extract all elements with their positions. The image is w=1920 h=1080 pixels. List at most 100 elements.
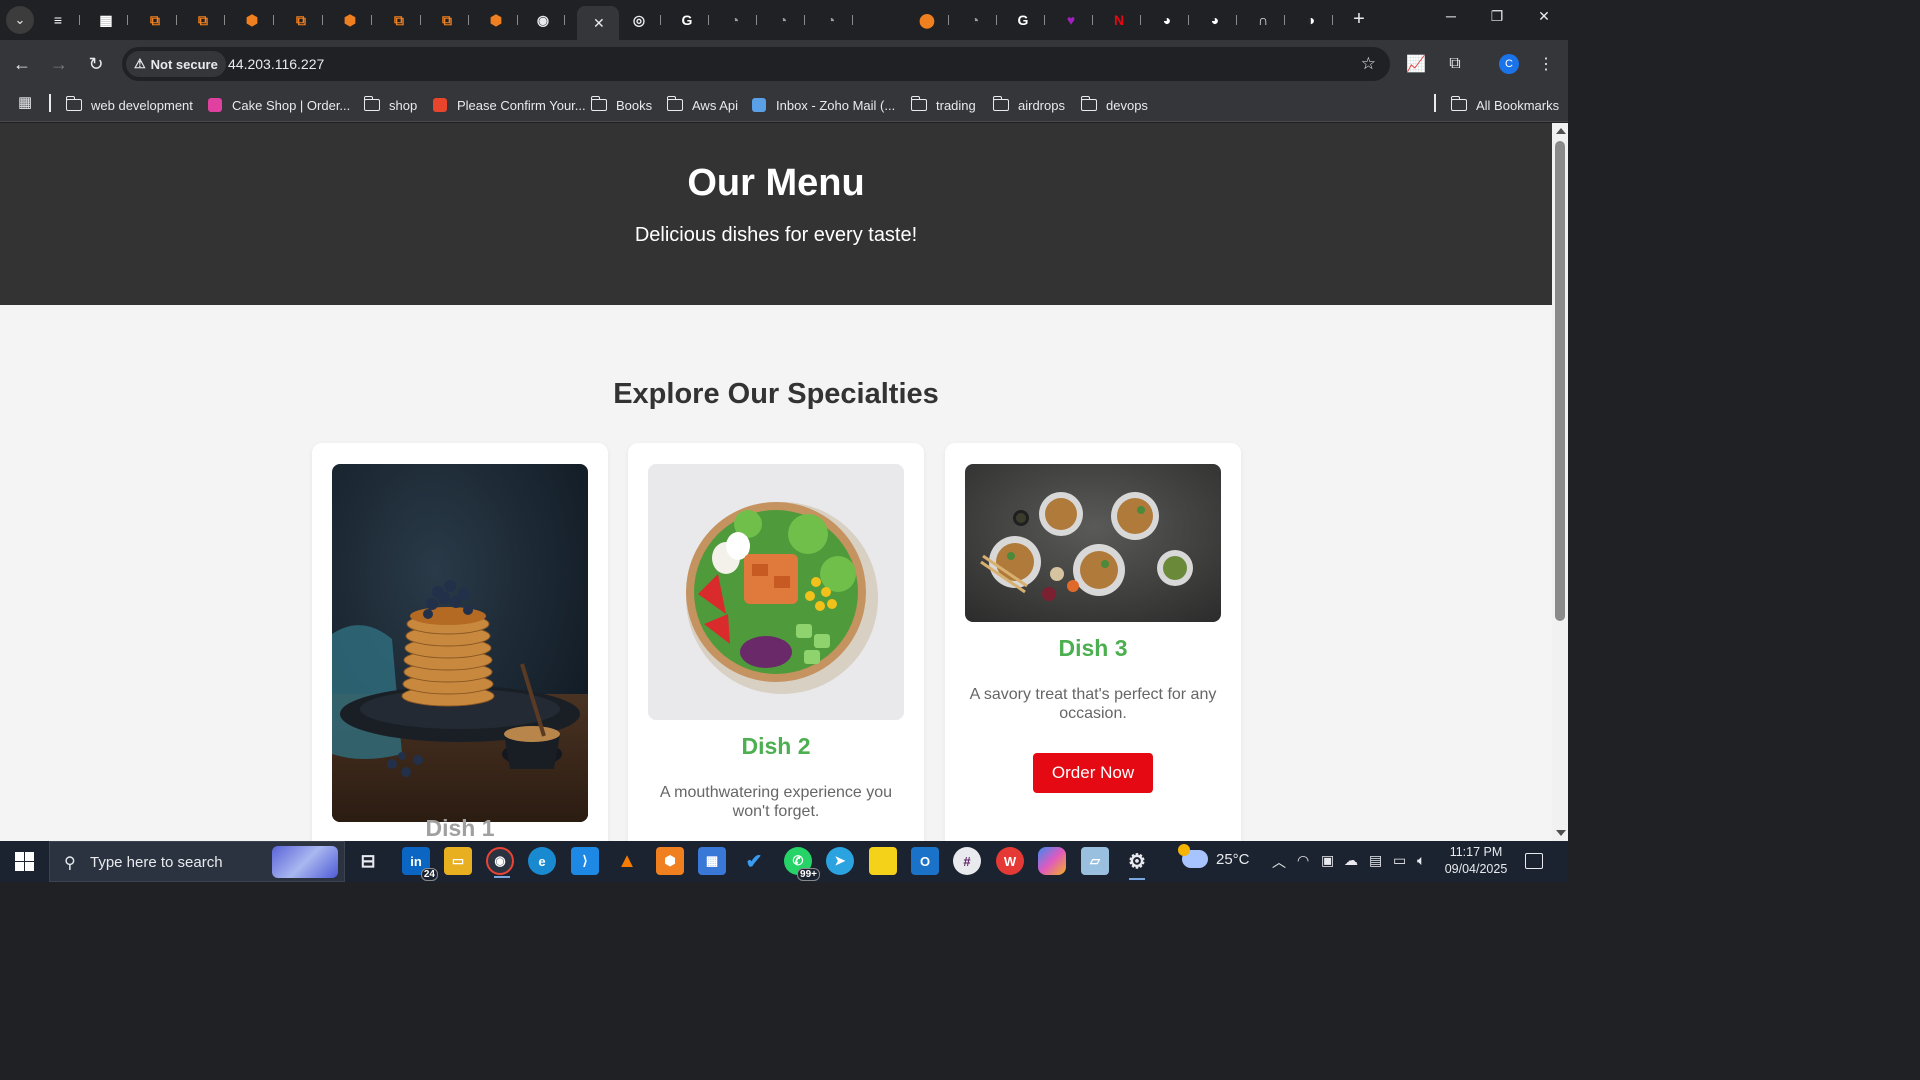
whatsapp-badge: 99+ <box>797 868 820 881</box>
tab-18[interactable]: ⬤ <box>909 6 955 34</box>
security-chip[interactable]: ⚠ Not secure <box>126 51 226 77</box>
scroll-down-arrow-icon[interactable] <box>1556 830 1566 836</box>
dish-1-image <box>332 464 588 822</box>
tab-25[interactable]: ∩ <box>1245 6 1291 34</box>
bookmark-star-icon[interactable]: ☆ <box>1361 54 1376 74</box>
bookmark-7[interactable]: Inbox - Zoho Mail (... <box>751 94 895 116</box>
forward-button[interactable]: → <box>47 52 71 76</box>
minimize-button[interactable]: ─ <box>1441 8 1461 24</box>
all-bookmarks[interactable]: All Bookmarks <box>1450 94 1559 116</box>
tab-10[interactable]: ⬢ <box>478 6 524 34</box>
tab-1[interactable]: ≡ <box>40 6 86 34</box>
tab-23[interactable]: ◕ <box>1149 6 1195 34</box>
browser-menu-icon[interactable]: ⋮ <box>1535 53 1557 75</box>
tab-22[interactable]: N <box>1101 6 1147 34</box>
new-tab-button[interactable]: + <box>1348 8 1370 30</box>
outlook-app-icon[interactable]: O <box>911 847 939 875</box>
tab-13[interactable]: ◎ <box>621 6 667 34</box>
tab-26[interactable]: ◑ <box>1293 6 1339 34</box>
tab-9[interactable]: ⧉ <box>429 6 475 34</box>
restore-button[interactable]: ❐ <box>1487 8 1507 25</box>
scroll-thumb[interactable] <box>1555 141 1565 621</box>
tab-separator <box>852 15 853 25</box>
linkedin-app-icon[interactable]: in 24 <box>402 847 438 881</box>
order-now-button[interactable]: Order Now <box>1033 753 1153 793</box>
taskbar-clock[interactable]: 11:17 PM 09/04/2025 <box>1438 844 1514 878</box>
sticky-notes-icon[interactable] <box>869 847 897 875</box>
edge-app-icon[interactable]: e <box>528 847 556 875</box>
back-button[interactable]: ← <box>10 52 34 76</box>
bookmark-8[interactable]: trading <box>910 94 976 116</box>
tab-21[interactable]: ♥ <box>1053 6 1099 34</box>
windows-start-icon[interactable] <box>15 852 34 871</box>
battery-icon[interactable]: ▭ <box>1393 852 1406 869</box>
copilot-app-icon[interactable] <box>1038 847 1066 875</box>
tab-close-icon[interactable]: ✕ <box>593 15 605 32</box>
extensions-puzzle-icon[interactable]: ⧉ <box>1444 53 1466 75</box>
window-close-button[interactable]: ✕ <box>1534 8 1554 25</box>
tab-11[interactable]: ◉ <box>525 6 571 34</box>
tab-3[interactable]: ⧉ <box>137 6 183 34</box>
reload-button[interactable]: ↻ <box>84 52 108 76</box>
tab-24[interactable]: ◕ <box>1197 6 1243 34</box>
telegram-app-icon[interactable]: ➤ <box>826 847 854 875</box>
bookmark-5[interactable]: Books <box>590 94 652 116</box>
taskbar-search[interactable]: ⚲ Type here to search <box>49 841 345 882</box>
address-bar[interactable]: ⚠ Not secure 44.203.116.227 ☆ <box>122 47 1390 81</box>
extension-chart-icon[interactable]: 📈 <box>1405 53 1427 75</box>
tab-17[interactable]: ◔ <box>813 6 859 34</box>
section-title: Explore Our Specialties <box>613 378 939 410</box>
bookmark-3[interactable]: shop <box>363 94 417 116</box>
tab-16[interactable]: ◔ <box>765 6 811 34</box>
bookmark-1[interactable]: web development <box>65 94 193 116</box>
bookmark-9[interactable]: airdrops <box>992 94 1065 116</box>
tab-6[interactable]: ⧉ <box>283 6 329 34</box>
store-app-icon[interactable]: ▦ <box>698 847 726 875</box>
clock-time: 11:17 PM <box>1449 845 1503 859</box>
apps-grid-icon[interactable]: ▦ <box>18 95 34 111</box>
network-icon[interactable]: ◠ <box>1297 852 1309 869</box>
tab-favicon-icon: ◎ <box>632 11 646 28</box>
notepad-app-icon[interactable]: ▱ <box>1081 847 1109 875</box>
file-explorer-icon[interactable]: ▭ <box>444 847 472 875</box>
tray-app-icon[interactable]: ▣ <box>1321 852 1334 869</box>
tab-14[interactable]: G <box>669 6 715 34</box>
scroll-up-arrow-icon[interactable] <box>1556 128 1566 134</box>
tab-15[interactable]: ◔ <box>717 6 763 34</box>
tab-active[interactable]: ✕ <box>577 6 619 40</box>
tab-2[interactable]: ▦ <box>88 6 134 34</box>
vlc-app-icon[interactable]: ▲ <box>613 847 641 875</box>
tab-4[interactable]: ⧉ <box>185 6 231 34</box>
tab-5[interactable]: ⬢ <box>234 6 280 34</box>
task-view-icon[interactable]: ⊟ <box>354 847 382 875</box>
weather-widget[interactable]: 25°C <box>1178 844 1250 868</box>
profile-avatar[interactable]: C <box>1499 54 1519 74</box>
tab-search-chevron-icon[interactable]: ⌄ <box>6 6 34 34</box>
vscode-app-icon[interactable]: ⟩ <box>571 847 599 875</box>
tab-7[interactable]: ⬢ <box>332 6 378 34</box>
chrome-app-icon[interactable]: ◉ <box>486 847 514 878</box>
site-favicon-icon <box>751 98 767 112</box>
whatsapp-app-icon[interactable]: ✆ 99+ <box>784 847 820 881</box>
wps-app-icon[interactable]: W <box>996 847 1024 875</box>
folder-icon <box>590 96 607 112</box>
postman-app-icon[interactable]: ⬢ <box>656 847 684 875</box>
tab-8[interactable]: ⧉ <box>381 6 427 34</box>
tab-favicon-icon: ≡ <box>53 12 63 28</box>
todo-app-icon[interactable]: ✔ <box>740 847 768 875</box>
notification-center-icon[interactable] <box>1525 853 1543 869</box>
tab-20[interactable]: G <box>1005 6 1051 34</box>
onedrive-cloud-icon[interactable]: ☁ <box>1344 852 1358 869</box>
page-scrollbar[interactable] <box>1552 123 1568 841</box>
settings-gear-icon[interactable]: ⚙ <box>1123 847 1151 880</box>
url-text[interactable]: 44.203.116.227 <box>228 56 324 72</box>
bookmark-10[interactable]: devops <box>1080 94 1148 116</box>
bookmark-6[interactable]: Aws Api <box>666 94 738 116</box>
bookmark-4[interactable]: Please Confirm Your... <box>432 94 586 116</box>
tray-chevron-up-icon[interactable]: ︿ <box>1272 852 1286 872</box>
tab-19[interactable]: ◔ <box>957 6 1003 34</box>
volume-icon[interactable]: 🔈︎ <box>1417 852 1425 869</box>
tray-device-icon[interactable]: ▤ <box>1369 852 1382 869</box>
bookmark-2[interactable]: Cake Shop | Order... <box>207 94 350 116</box>
slack-app-icon[interactable]: # <box>953 847 981 875</box>
